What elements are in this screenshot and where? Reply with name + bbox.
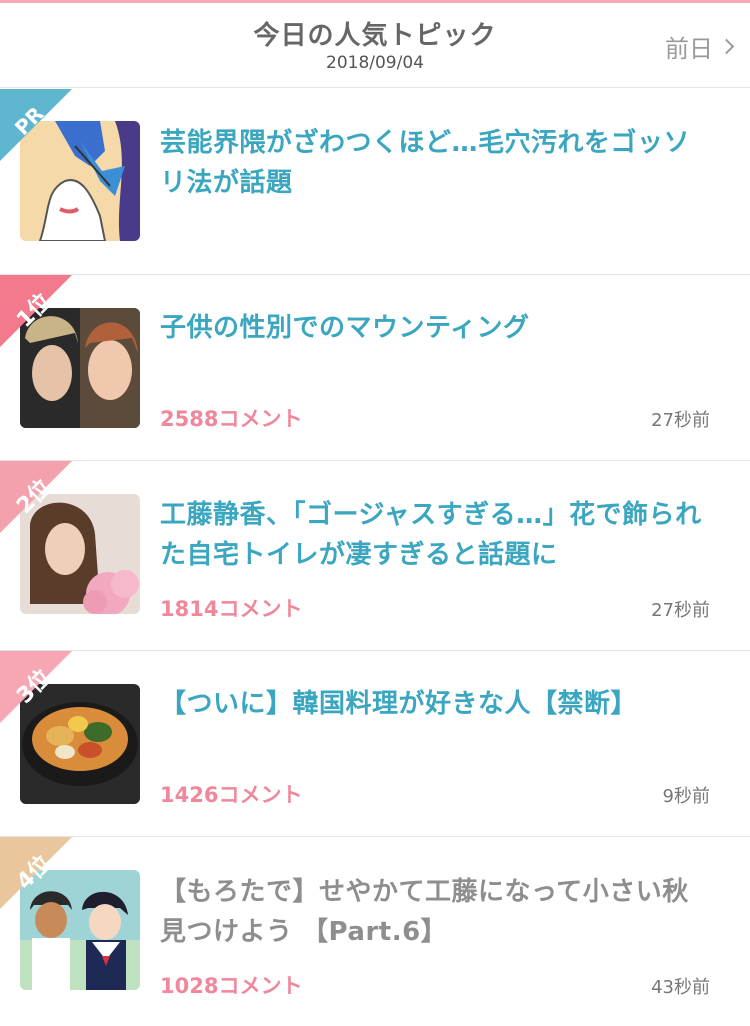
topic-item-rank-3[interactable]: 【ついに】韓国料理が好きな人【禁断】 1426コメント 9秒前 3位 bbox=[0, 651, 750, 837]
rank-badge: 1位 bbox=[0, 275, 72, 347]
page-title: 今日の人気トピック bbox=[253, 21, 497, 51]
comment-count: 1814コメント bbox=[160, 597, 303, 621]
topic-title[interactable]: 【もろたで】せやかて工藤になって小さい秋見つけよう 【Part.6】 bbox=[160, 872, 710, 952]
elapsed-time: 27秒前 bbox=[651, 410, 710, 431]
topic-item-rank-1[interactable]: 子供の性別でのマウンティング 2588コメント 27秒前 1位 bbox=[0, 275, 750, 461]
page-header: 今日の人気トピック 2018/09/04 前日 bbox=[0, 3, 750, 88]
topic-title[interactable]: 子供の性別でのマウンティング bbox=[160, 308, 710, 348]
comment-count: 1028コメント bbox=[160, 974, 303, 998]
pr-badge: PR bbox=[0, 89, 72, 161]
rank-badge: 3位 bbox=[0, 651, 72, 723]
topic-item-pr[interactable]: 芸能界隈がざわつくほど…毛穴汚れをゴッソリ法が話題 PR bbox=[0, 89, 750, 275]
topic-title[interactable]: 工藤静香、「ゴージャスすぎる…」花で飾られた自宅トイレが凄すぎると話題に bbox=[160, 495, 710, 575]
elapsed-time: 27秒前 bbox=[651, 600, 710, 621]
comment-count: 2588コメント bbox=[160, 407, 303, 431]
topic-title[interactable]: 芸能界隈がざわつくほど…毛穴汚れをゴッソリ法が話題 bbox=[160, 123, 710, 203]
rank-badge: 4位 bbox=[0, 837, 72, 909]
topic-item-rank-4[interactable]: 【もろたで】せやかて工藤になって小さい秋見つけよう 【Part.6】 1028コ… bbox=[0, 837, 750, 1026]
chevron-right-icon bbox=[718, 38, 735, 55]
previous-day-link[interactable]: 前日 bbox=[665, 29, 735, 64]
comment-count: 1426コメント bbox=[160, 783, 303, 807]
topic-title[interactable]: 【ついに】韓国料理が好きな人【禁断】 bbox=[160, 684, 710, 724]
rank-badge: 2位 bbox=[0, 461, 72, 533]
page-date: 2018/09/04 bbox=[326, 53, 424, 73]
previous-day-label: 前日 bbox=[665, 35, 713, 63]
topic-item-rank-2[interactable]: 工藤静香、「ゴージャスすぎる…」花で飾られた自宅トイレが凄すぎると話題に 181… bbox=[0, 461, 750, 651]
elapsed-time: 43秒前 bbox=[651, 977, 710, 998]
elapsed-time: 9秒前 bbox=[662, 786, 710, 807]
